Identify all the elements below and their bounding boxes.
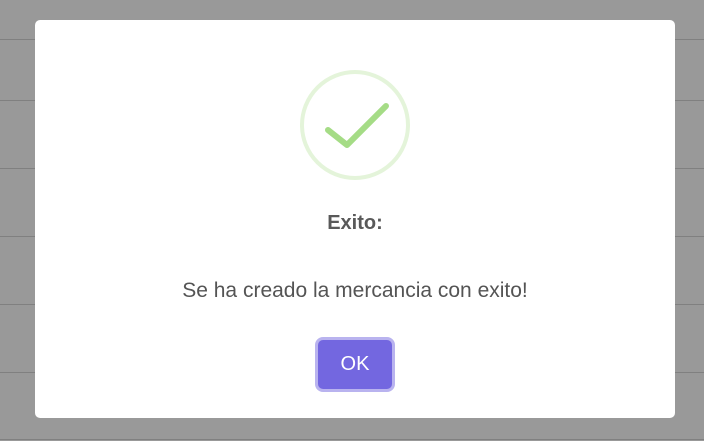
success-check-icon xyxy=(300,70,410,180)
dialog-message: Se ha creado la mercancia con exito! xyxy=(182,279,528,302)
success-dialog: Exito: Se ha creado la mercancia con exi… xyxy=(35,20,675,418)
dialog-title: Exito: xyxy=(327,212,383,234)
ok-button[interactable]: OK xyxy=(318,340,392,389)
